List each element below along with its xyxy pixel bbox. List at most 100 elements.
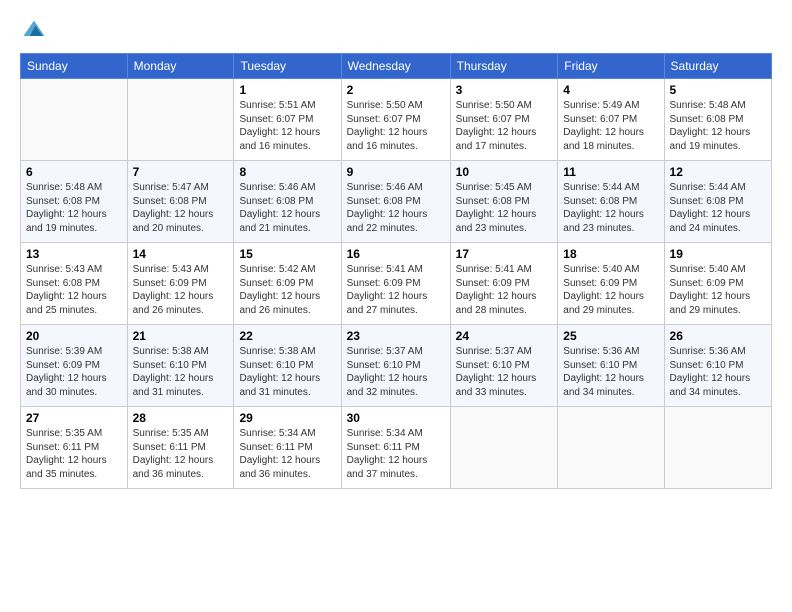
cell-info: Sunrise: 5:35 AMSunset: 6:11 PMDaylight:… [26,427,122,481]
day-number: 15 [239,247,335,261]
calendar-cell: 7Sunrise: 5:47 AMSunset: 6:08 PMDaylight… [127,161,234,243]
day-number: 16 [347,247,445,261]
day-number: 25 [563,329,658,343]
day-number: 18 [563,247,658,261]
cell-info: Sunrise: 5:49 AMSunset: 6:07 PMDaylight:… [563,99,658,153]
col-thursday: Thursday [450,54,558,79]
calendar-cell: 26 Sunrise: 5:36 AMSunset: 6:10 PMDayligh… [664,325,771,407]
calendar-cell: 18 Sunrise: 5:40 AMSunset: 6:09 PMDayligh… [558,243,664,325]
cell-info: Sunrise: 5:50 AMSunset: 6:07 PMDaylight:… [347,99,445,153]
cell-info: Sunrise: 5:38 AMSunset: 6:10 PMDaylight:… [133,345,229,399]
day-number: 19 [670,247,766,261]
calendar-week-row: 27 Sunrise: 5:35 AMSunset: 6:11 PMDayligh… [21,407,772,489]
calendar-cell: 28 Sunrise: 5:35 AMSunset: 6:11 PMDayligh… [127,407,234,489]
day-number: 14 [133,247,229,261]
col-monday: Monday [127,54,234,79]
cell-info: Sunrise: 5:37 AMSunset: 6:10 PMDaylight:… [456,345,553,399]
calendar-cell: 21Sunrise: 5:38 AMSunset: 6:10 PMDayligh… [127,325,234,407]
calendar-cell: 1 Sunrise: 5:51 AMSunset: 6:07 PMDaylight… [234,79,341,161]
day-number: 1 [239,83,335,97]
cell-info: Sunrise: 5:48 AMSunset: 6:08 PMDaylight:… [670,99,766,153]
calendar-week-row: 13Sunrise: 5:43 AMSunset: 6:08 PMDayligh… [21,243,772,325]
cell-info: Sunrise: 5:46 AMSunset: 6:08 PMDaylight:… [239,181,335,235]
cell-info: Sunrise: 5:44 AMSunset: 6:08 PMDaylight:… [563,181,658,235]
col-friday: Friday [558,54,664,79]
day-number: 9 [347,165,445,179]
calendar-cell: 30 Sunrise: 5:34 AMSunset: 6:11 PMDayligh… [341,407,450,489]
cell-info: Sunrise: 5:40 AMSunset: 6:09 PMDaylight:… [563,263,658,317]
cell-info: Sunrise: 5:35 AMSunset: 6:11 PMDaylight:… [133,427,229,481]
calendar-week-row: 6 Sunrise: 5:48 AMSunset: 6:08 PMDaylight… [21,161,772,243]
cell-info: Sunrise: 5:51 AMSunset: 6:07 PMDaylight:… [239,99,335,153]
calendar-cell: 2 Sunrise: 5:50 AMSunset: 6:07 PMDaylight… [341,79,450,161]
cell-info: Sunrise: 5:48 AMSunset: 6:08 PMDaylight:… [26,181,122,235]
day-number: 6 [26,165,122,179]
calendar-cell: 8 Sunrise: 5:46 AMSunset: 6:08 PMDaylight… [234,161,341,243]
day-number: 22 [239,329,335,343]
day-number: 28 [133,411,229,425]
cell-info: Sunrise: 5:36 AMSunset: 6:10 PMDaylight:… [563,345,658,399]
calendar-week-row: 1 Sunrise: 5:51 AMSunset: 6:07 PMDaylight… [21,79,772,161]
col-tuesday: Tuesday [234,54,341,79]
day-number: 17 [456,247,553,261]
calendar-cell: 23 Sunrise: 5:37 AMSunset: 6:10 PMDayligh… [341,325,450,407]
day-number: 2 [347,83,445,97]
day-number: 27 [26,411,122,425]
calendar-cell: 9 Sunrise: 5:46 AMSunset: 6:08 PMDaylight… [341,161,450,243]
day-number: 3 [456,83,553,97]
calendar-cell: 5 Sunrise: 5:48 AMSunset: 6:08 PMDaylight… [664,79,771,161]
calendar-cell: 13Sunrise: 5:43 AMSunset: 6:08 PMDayligh… [21,243,128,325]
day-number: 23 [347,329,445,343]
calendar-cell: 11 Sunrise: 5:44 AMSunset: 6:08 PMDayligh… [558,161,664,243]
cell-info: Sunrise: 5:37 AMSunset: 6:10 PMDaylight:… [347,345,445,399]
day-number: 29 [239,411,335,425]
calendar-cell [450,407,558,489]
cell-info: Sunrise: 5:45 AMSunset: 6:08 PMDaylight:… [456,181,553,235]
day-number: 24 [456,329,553,343]
calendar-week-row: 20 Sunrise: 5:39 AMSunset: 6:09 PMDayligh… [21,325,772,407]
calendar-cell: 22 Sunrise: 5:38 AMSunset: 6:10 PMDayligh… [234,325,341,407]
calendar-cell: 27 Sunrise: 5:35 AMSunset: 6:11 PMDayligh… [21,407,128,489]
day-number: 12 [670,165,766,179]
cell-info: Sunrise: 5:50 AMSunset: 6:07 PMDaylight:… [456,99,553,153]
calendar-cell: 12 Sunrise: 5:44 AMSunset: 6:08 PMDayligh… [664,161,771,243]
calendar-cell: 15 Sunrise: 5:42 AMSunset: 6:09 PMDayligh… [234,243,341,325]
calendar-cell: 6 Sunrise: 5:48 AMSunset: 6:08 PMDaylight… [21,161,128,243]
day-number: 5 [670,83,766,97]
calendar-cell [21,79,128,161]
cell-info: Sunrise: 5:44 AMSunset: 6:08 PMDaylight:… [670,181,766,235]
cell-info: Sunrise: 5:34 AMSunset: 6:11 PMDaylight:… [239,427,335,481]
cell-info: Sunrise: 5:34 AMSunset: 6:11 PMDaylight:… [347,427,445,481]
calendar: Sunday Monday Tuesday Wednesday Thursday… [20,53,772,489]
calendar-cell: 17 Sunrise: 5:41 AMSunset: 6:09 PMDayligh… [450,243,558,325]
cell-info: Sunrise: 5:36 AMSunset: 6:10 PMDaylight:… [670,345,766,399]
calendar-cell: 14Sunrise: 5:43 AMSunset: 6:09 PMDayligh… [127,243,234,325]
cell-info: Sunrise: 5:38 AMSunset: 6:10 PMDaylight:… [239,345,335,399]
calendar-cell: 10Sunrise: 5:45 AMSunset: 6:08 PMDayligh… [450,161,558,243]
calendar-cell: 24 Sunrise: 5:37 AMSunset: 6:10 PMDayligh… [450,325,558,407]
col-sunday: Sunday [21,54,128,79]
calendar-header-row: Sunday Monday Tuesday Wednesday Thursday… [21,54,772,79]
day-number: 26 [670,329,766,343]
cell-info: Sunrise: 5:41 AMSunset: 6:09 PMDaylight:… [456,263,553,317]
calendar-cell [664,407,771,489]
cell-info: Sunrise: 5:43 AMSunset: 6:08 PMDaylight:… [26,263,122,317]
day-number: 20 [26,329,122,343]
calendar-cell: 29 Sunrise: 5:34 AMSunset: 6:11 PMDayligh… [234,407,341,489]
calendar-cell: 20 Sunrise: 5:39 AMSunset: 6:09 PMDayligh… [21,325,128,407]
day-number: 8 [239,165,335,179]
cell-info: Sunrise: 5:39 AMSunset: 6:09 PMDaylight:… [26,345,122,399]
cell-info: Sunrise: 5:42 AMSunset: 6:09 PMDaylight:… [239,263,335,317]
calendar-cell: 16 Sunrise: 5:41 AMSunset: 6:09 PMDayligh… [341,243,450,325]
logo [20,15,52,43]
cell-info: Sunrise: 5:40 AMSunset: 6:09 PMDaylight:… [670,263,766,317]
page: Sunday Monday Tuesday Wednesday Thursday… [0,0,792,612]
cell-info: Sunrise: 5:46 AMSunset: 6:08 PMDaylight:… [347,181,445,235]
calendar-cell: 25 Sunrise: 5:36 AMSunset: 6:10 PMDayligh… [558,325,664,407]
day-number: 30 [347,411,445,425]
cell-info: Sunrise: 5:41 AMSunset: 6:09 PMDaylight:… [347,263,445,317]
calendar-cell [127,79,234,161]
day-number: 11 [563,165,658,179]
col-wednesday: Wednesday [341,54,450,79]
day-number: 7 [133,165,229,179]
